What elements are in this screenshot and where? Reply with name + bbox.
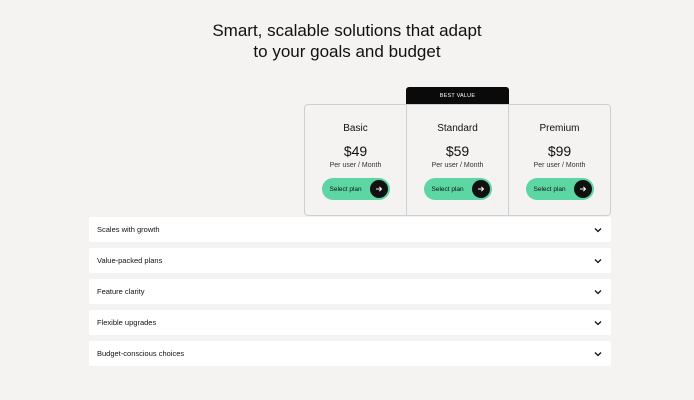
pricing-plans: Basic $49 Per user / Month Select plan S… xyxy=(304,104,611,216)
select-plan-label: Select plan xyxy=(533,185,566,193)
accordion-item-label: Feature clarity xyxy=(97,287,145,296)
plan-billing-unit: Per user / Month xyxy=(329,162,382,169)
accordion-item-label: Scales with growth xyxy=(97,225,160,234)
plan-name: Premium xyxy=(539,123,580,134)
select-plan-button-premium[interactable]: Select plan xyxy=(525,178,594,200)
plan-price: $59 xyxy=(445,143,470,159)
chevron-down-icon[interactable] xyxy=(593,287,603,297)
arrow-right-icon xyxy=(573,180,592,198)
plan-card-basic: Basic $49 Per user / Month Select plan xyxy=(305,105,407,215)
plan-name: Standard xyxy=(437,123,478,134)
chevron-down-icon[interactable] xyxy=(593,349,603,359)
accordion-item-label: Budget-conscious choices xyxy=(97,349,185,358)
arrow-right-icon xyxy=(369,180,388,198)
accordion-item-budget-conscious-choices[interactable]: Budget-conscious choices xyxy=(89,341,611,366)
headline-line-2: to your goals and budget xyxy=(253,42,441,61)
select-plan-button-standard[interactable]: Select plan xyxy=(423,178,492,200)
accordion-item-label: Value-packed plans xyxy=(97,256,163,265)
plan-card-premium: Premium $99 Per user / Month Select plan xyxy=(509,105,610,215)
plan-billing-unit: Per user / Month xyxy=(431,162,484,169)
select-plan-label: Select plan xyxy=(329,185,362,193)
plan-card-standard: Standard $59 Per user / Month Select pla… xyxy=(407,105,509,215)
chevron-down-icon[interactable] xyxy=(593,256,603,266)
arrow-right-icon xyxy=(471,180,490,198)
accordion-item-feature-clarity[interactable]: Feature clarity xyxy=(89,279,611,304)
accordion-item-flexible-upgrades[interactable]: Flexible upgrades xyxy=(89,310,611,335)
accordion-item-value-packed-plans[interactable]: Value-packed plans xyxy=(89,248,611,273)
accordion-item-scales-with-growth[interactable]: Scales with growth xyxy=(89,217,611,242)
best-value-badge: BEST VALUE xyxy=(406,87,509,105)
chevron-down-icon[interactable] xyxy=(593,318,603,328)
plan-billing-unit: Per user / Month xyxy=(533,162,586,169)
page-headline: Smart, scalable solutions that adapt to … xyxy=(0,20,694,62)
plan-name: Basic xyxy=(343,123,368,134)
plan-price: $49 xyxy=(343,143,368,159)
chevron-down-icon[interactable] xyxy=(593,225,603,235)
headline-line-1: Smart, scalable solutions that adapt xyxy=(212,21,482,40)
plan-price: $99 xyxy=(547,143,572,159)
select-plan-label: Select plan xyxy=(431,185,464,193)
accordion-item-label: Flexible upgrades xyxy=(97,318,157,327)
select-plan-button-basic[interactable]: Select plan xyxy=(321,178,390,200)
